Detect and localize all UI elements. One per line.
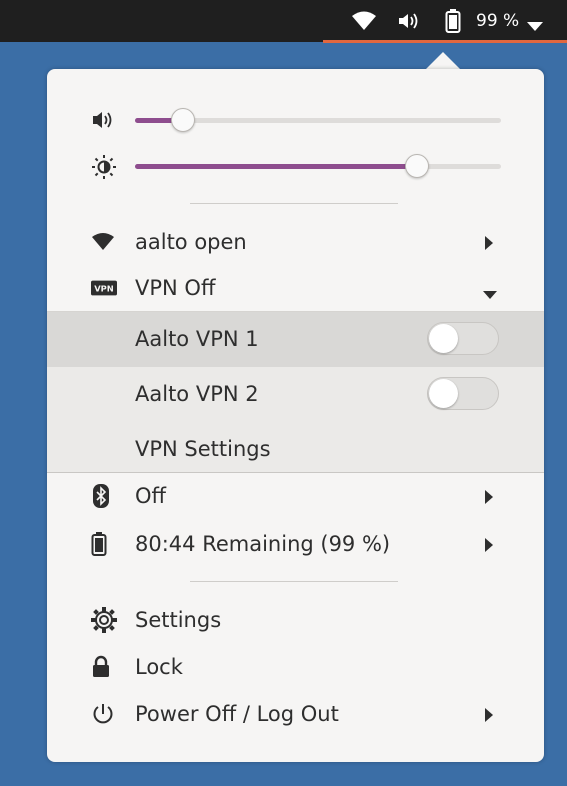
bluetooth-menu-item[interactable]: Off — [47, 473, 544, 519]
power-label: Power Off / Log Out — [135, 702, 339, 726]
vpn-toggle[interactable] — [427, 377, 499, 410]
brightness-slider[interactable] — [135, 154, 501, 178]
triangle-down-icon[interactable] — [527, 17, 543, 36]
settings-label: Settings — [135, 608, 222, 632]
lock-icon — [91, 655, 117, 678]
wifi-label: aalto open — [135, 230, 247, 254]
brightness-icon — [91, 154, 117, 184]
triangle-right-icon — [484, 537, 494, 556]
speaker-icon[interactable] — [397, 10, 421, 32]
wifi-icon[interactable] — [351, 10, 377, 32]
vpn-connection-item[interactable]: Aalto VPN 1 — [47, 312, 544, 367]
triangle-right-icon — [484, 235, 494, 254]
volume-slider[interactable] — [135, 108, 501, 132]
triangle-down-icon — [483, 285, 497, 304]
vpn-connection-label: Aalto VPN 1 — [135, 327, 259, 351]
vpn-connection-item[interactable]: Aalto VPN 2 — [47, 367, 544, 422]
toggle-knob — [429, 379, 458, 408]
volume-slider-handle[interactable] — [170, 108, 195, 132]
power-menu-item[interactable]: Power Off / Log Out — [47, 691, 544, 737]
battery-icon — [91, 532, 117, 556]
toggle-knob — [429, 324, 458, 353]
battery-icon[interactable] — [445, 9, 461, 33]
brightness-slider-handle[interactable] — [404, 154, 429, 178]
wifi-icon — [91, 231, 117, 253]
battery-percent[interactable]: 99 % — [476, 9, 519, 33]
battery-label: 80:44 Remaining (99 %) — [135, 532, 391, 556]
vpn-label: VPN Off — [135, 276, 216, 300]
system-menu: aalto open VPN VPN Off Aalto VPN 1 Aalto… — [47, 69, 544, 762]
separator — [190, 581, 398, 582]
triangle-right-icon — [484, 707, 494, 726]
vpn-icon: VPN — [91, 277, 117, 299]
volume-slider-row — [47, 105, 544, 135]
menu-pointer — [425, 52, 461, 70]
brightness-slider-fill — [135, 164, 417, 169]
settings-menu-item[interactable]: Settings — [47, 597, 544, 643]
wifi-menu-item[interactable]: aalto open — [47, 219, 544, 265]
battery-menu-item[interactable]: 80:44 Remaining (99 %) — [47, 521, 544, 567]
triangle-right-icon — [484, 489, 494, 508]
vpn-settings-item[interactable]: VPN Settings — [47, 422, 544, 477]
vpn-menu-item[interactable]: VPN VPN Off — [47, 265, 544, 311]
vpn-submenu: Aalto VPN 1 Aalto VPN 2 VPN Settings — [47, 311, 544, 473]
gear-icon — [91, 607, 117, 633]
lock-menu-item[interactable]: Lock — [47, 644, 544, 690]
lock-label: Lock — [135, 655, 183, 679]
vpn-settings-label: VPN Settings — [135, 437, 271, 461]
brightness-slider-row — [47, 151, 544, 181]
bluetooth-icon — [91, 484, 117, 508]
bluetooth-label: Off — [135, 484, 166, 508]
top-bar: 99 % — [0, 0, 567, 42]
speaker-icon — [91, 108, 117, 136]
active-indicator — [323, 40, 567, 43]
svg-text:VPN: VPN — [94, 284, 114, 294]
separator — [190, 203, 398, 204]
vpn-connection-label: Aalto VPN 2 — [135, 382, 259, 406]
power-icon — [91, 703, 117, 725]
vpn-toggle[interactable] — [427, 322, 499, 355]
